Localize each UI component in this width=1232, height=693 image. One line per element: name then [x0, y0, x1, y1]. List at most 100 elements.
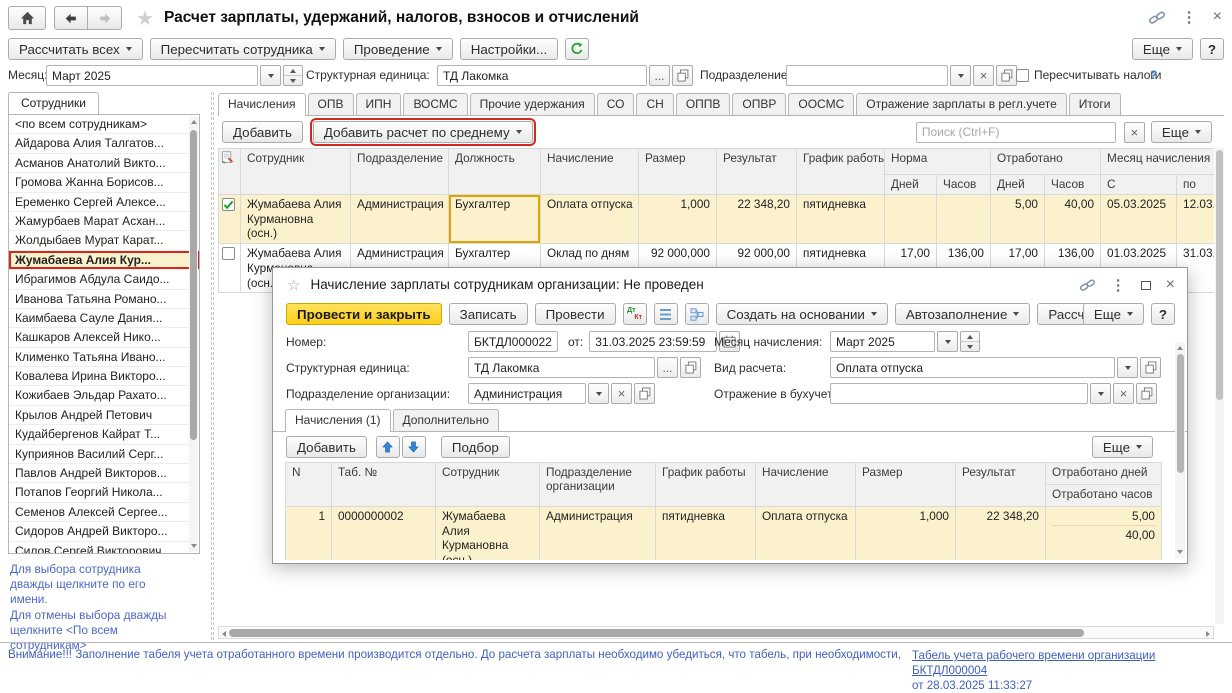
- column-header[interactable]: Дней: [991, 175, 1045, 195]
- list-item[interactable]: Жолдыбаев Мурат Карат...: [9, 231, 199, 250]
- timesheet-link[interactable]: Табель учета рабочего времени организаци…: [912, 648, 1228, 678]
- unit-input[interactable]: [468, 357, 655, 378]
- panel-splitter[interactable]: [211, 92, 214, 640]
- list-item[interactable]: Кашкаров Алексей Нико...: [9, 328, 199, 347]
- scroll-down-icon[interactable]: [1177, 550, 1183, 554]
- month-filter-input[interactable]: [46, 65, 258, 86]
- table-row[interactable]: 1 0000000002 Жумабаева Алия Курмановна (…: [286, 507, 1162, 561]
- post-button[interactable]: Провести: [535, 303, 616, 325]
- more-button-top[interactable]: Еще: [1132, 38, 1193, 60]
- dialog-help-button[interactable]: ?: [1151, 303, 1175, 325]
- scroll-left-icon[interactable]: [222, 631, 226, 637]
- month-dropdown-icon[interactable]: [260, 65, 281, 86]
- dt-kt-postings-button[interactable]: ДтКт: [623, 303, 647, 325]
- date-input[interactable]: [589, 331, 717, 352]
- post-and-close-button[interactable]: Провести и закрыть: [286, 303, 442, 325]
- settings-button[interactable]: Настройки...: [460, 38, 558, 60]
- column-header[interactable]: Размер: [856, 463, 956, 507]
- department-dropdown-icon[interactable]: [588, 383, 609, 404]
- document-list-button[interactable]: [654, 303, 678, 325]
- column-header[interactable]: Должность: [449, 149, 541, 195]
- move-down-button[interactable]: [402, 436, 426, 458]
- autofill-button[interactable]: Автозаполнение: [895, 303, 1031, 325]
- department-open-icon[interactable]: [634, 383, 655, 404]
- column-header[interactable]: Часов: [937, 175, 991, 195]
- tab-oosms[interactable]: ООСМС: [788, 93, 854, 115]
- get-link-icon[interactable]: [1148, 10, 1166, 25]
- dialog-add-button[interactable]: Добавить: [286, 436, 367, 458]
- department-open-icon[interactable]: [996, 65, 1017, 86]
- column-header[interactable]: График работы: [656, 463, 756, 507]
- column-header[interactable]: Начисление: [541, 149, 639, 195]
- tab-sn[interactable]: СН: [636, 93, 673, 115]
- scroll-up-icon[interactable]: [1177, 346, 1183, 350]
- tab-vosms[interactable]: ВОСМС: [403, 93, 467, 115]
- month-dropdown-icon[interactable]: [937, 331, 958, 352]
- department-input[interactable]: [468, 383, 586, 404]
- dialog-table-more-button[interactable]: Еще: [1092, 436, 1153, 458]
- list-item[interactable]: Громова Жанна Борисов...: [9, 173, 199, 192]
- column-header[interactable]: Подразделение организации: [540, 463, 656, 507]
- department-clear-icon[interactable]: ×: [973, 65, 994, 86]
- column-header[interactable]: График работы: [797, 149, 885, 195]
- get-link-icon[interactable]: [1079, 278, 1096, 292]
- reflection-clear-icon[interactable]: ×: [1113, 383, 1134, 404]
- list-item[interactable]: Ковалева Ирина Викторо...: [9, 367, 199, 386]
- calc-type-open-icon[interactable]: [1140, 357, 1161, 378]
- tab-prochie-uderzhaniya[interactable]: Прочие удержания: [470, 93, 595, 115]
- list-item[interactable]: Жамурбаев Марат Асхан...: [9, 212, 199, 231]
- column-header[interactable]: Дней: [885, 175, 937, 195]
- list-item[interactable]: Куприянов Василий Серг...: [9, 445, 199, 464]
- search-clear-icon[interactable]: ×: [1124, 122, 1145, 143]
- dialog-more-button[interactable]: Еще: [1083, 303, 1144, 325]
- favorite-star-icon[interactable]: ★: [136, 6, 154, 31]
- number-input[interactable]: [468, 331, 558, 352]
- list-item[interactable]: Клименко Татьяна Ивано...: [9, 348, 199, 367]
- list-item[interactable]: Айдарова Алия Талгатов...: [9, 134, 199, 153]
- home-button[interactable]: [8, 6, 46, 30]
- calc-all-button[interactable]: Рассчитать всех: [8, 38, 143, 60]
- help-button[interactable]: ?: [1200, 38, 1224, 60]
- posting-button[interactable]: Проведение: [343, 38, 453, 60]
- list-item[interactable]: Потапов Георгий Никола...: [9, 483, 199, 502]
- list-item[interactable]: Силов Сергей Викторович: [9, 542, 199, 554]
- column-header[interactable]: Отработано часов: [1046, 485, 1162, 507]
- list-item[interactable]: Павлов Андрей Викторов...: [9, 464, 199, 483]
- column-header[interactable]: по: [1177, 175, 1214, 195]
- list-item[interactable]: Каимбаева Сауле Дания...: [9, 309, 199, 328]
- reflection-open-icon[interactable]: [1136, 383, 1157, 404]
- move-up-button[interactable]: [376, 436, 400, 458]
- list-item[interactable]: Кудайбергенов Кайрат Т...: [9, 425, 199, 444]
- dialog-scrollbar[interactable]: [1175, 342, 1185, 558]
- list-item-selected[interactable]: Жумабаева Алия Кур...: [9, 251, 199, 270]
- list-item[interactable]: Еременко Сергей Алексе...: [9, 193, 199, 212]
- list-item[interactable]: <по всем сотрудникам>: [9, 115, 199, 134]
- close-dialog-icon[interactable]: ×: [1166, 276, 1175, 294]
- tab-oppv[interactable]: ОППВ: [676, 93, 731, 115]
- tab-otrazhenie[interactable]: Отражение зарплаты в регл.учете: [856, 93, 1067, 115]
- column-header[interactable]: Сотрудник: [241, 149, 351, 195]
- column-header[interactable]: Подразделение: [351, 149, 449, 195]
- column-header[interactable]: Отработано дней: [1046, 463, 1162, 485]
- unit-more-button[interactable]: ...: [657, 357, 678, 378]
- column-group-header[interactable]: Отработано: [991, 149, 1101, 175]
- column-group-header[interactable]: Месяц начисления: [1101, 149, 1214, 175]
- modified-column-header[interactable]: [219, 149, 241, 195]
- list-item[interactable]: Кожибаев Эльдар Рахато...: [9, 386, 199, 405]
- favorite-star-icon[interactable]: ☆: [287, 276, 300, 294]
- tab-nachisleniya[interactable]: Начисления: [218, 93, 306, 116]
- column-header[interactable]: Начисление: [756, 463, 856, 507]
- tab-ipn[interactable]: ИПН: [356, 93, 402, 115]
- reflection-input[interactable]: [830, 383, 1088, 404]
- row-checkbox-checked[interactable]: [222, 198, 235, 211]
- search-input[interactable]: [916, 122, 1116, 143]
- unit-more-button[interactable]: ...: [649, 65, 670, 86]
- accrual-month-input[interactable]: [830, 331, 935, 352]
- month-stepper[interactable]: [283, 65, 303, 86]
- list-item[interactable]: Ибрагимов Абдула Саидо...: [9, 270, 199, 289]
- column-header[interactable]: Часов: [1045, 175, 1101, 195]
- tab-employees[interactable]: Сотрудники: [8, 92, 99, 114]
- back-button[interactable]: [54, 6, 88, 30]
- refresh-button[interactable]: [565, 38, 589, 60]
- more-menu-icon[interactable]: ⋮: [1111, 276, 1126, 294]
